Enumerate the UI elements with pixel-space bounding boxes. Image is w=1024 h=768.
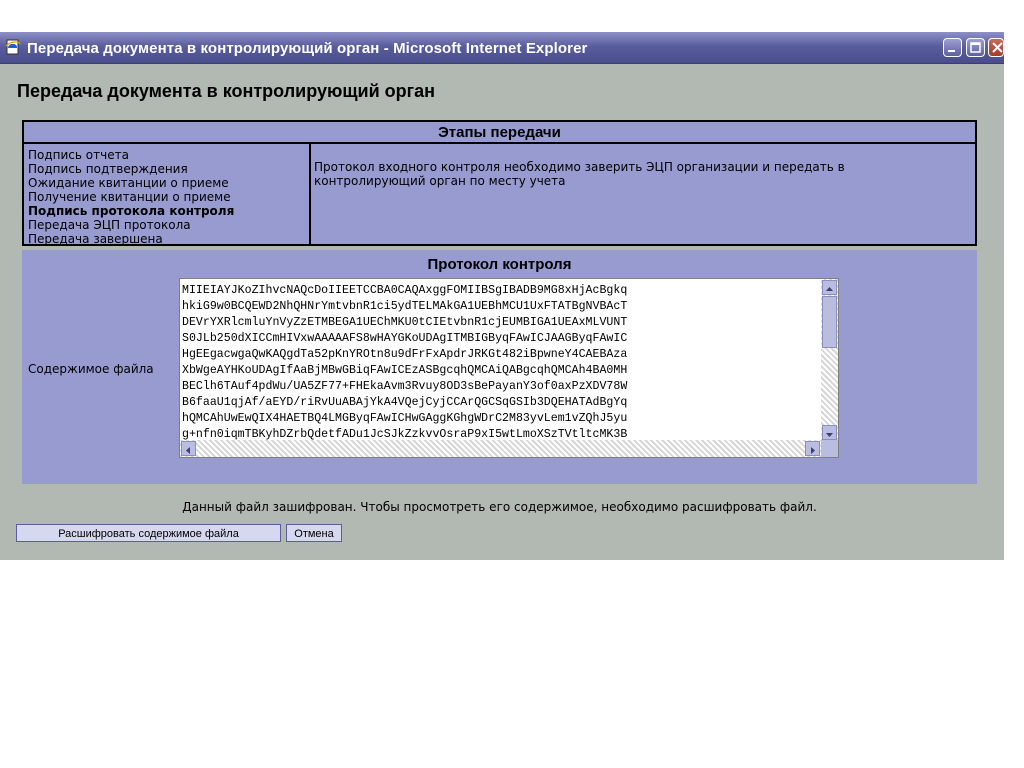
content-line: hQMCAhUwEwQIX4HAETBQ4LMGByqFAwICHwGAggKG… [182, 412, 628, 425]
stage-item: Передача ЭЦП протокола [28, 218, 191, 232]
transfer-stages-table: Этапы передачи Подпись отчета Подпись по… [22, 120, 977, 246]
content-line: HgEEgacwgaQwKAQgdTa52pKnYROtn8u9dFrFxApd… [182, 348, 628, 361]
decrypt-file-button[interactable]: Расшифровать содержимое файла [16, 524, 281, 542]
content-line: MIIEIAYJKoZIhvcNAQcDoIIEETCCBA0CAQAxggFO… [182, 284, 628, 297]
scroll-left-button[interactable] [181, 441, 196, 456]
window-title: Передача документа в контролирующий орга… [27, 40, 588, 57]
close-button[interactable] [988, 38, 1004, 57]
stage-item: Получение квитанции о приеме [28, 190, 231, 204]
scrollbar-corner [821, 440, 838, 457]
vertical-scroll-thumb[interactable] [822, 296, 837, 348]
content-line: B6faaU1qjAf/aEYD/riRvUuABAjYkA4VQejCyjCC… [182, 396, 628, 409]
stage-description: Протокол входного контроля необходимо за… [314, 160, 845, 188]
horizontal-scrollbar[interactable] [180, 440, 821, 457]
arrow-right-icon [811, 447, 815, 454]
content-line: g+nfn0iqmTBKyhDZrbQdetfADu1JcSJkZzkvvOsr… [182, 428, 628, 441]
stage-item: Ожидание квитанции о приеме [28, 176, 229, 190]
file-content-label: Содержимое файла [28, 362, 154, 376]
scroll-down-button[interactable] [822, 425, 837, 440]
file-content-textarea[interactable]: MIIEIAYJKoZIhvcNAQcDoIIEETCCBA0CAQAxggFO… [179, 278, 839, 458]
minimize-button[interactable] [943, 38, 962, 57]
arrow-up-icon [826, 287, 833, 291]
protocol-title: Протокол контроля [427, 256, 572, 273]
content-line: BEClh6TAuf4pdWu/UA5ZF77+FHEkaAvm3Rvuy8OD… [182, 380, 628, 393]
vertical-scrollbar[interactable] [821, 279, 838, 441]
stage-list: Подпись отчета Подпись подтверждения Ожи… [24, 144, 311, 246]
title-bar[interactable]: Передача документа в контролирующий орга… [0, 32, 1004, 64]
ie-page-icon[interactable] [5, 39, 21, 55]
page-title: Передача документа в контролирующий орга… [17, 81, 436, 101]
scroll-right-button[interactable] [805, 441, 820, 456]
control-protocol-panel: Протокол контроля Содержимое файла MIIEI… [22, 250, 977, 514]
stages-header: Этапы передачи [24, 122, 975, 144]
maximize-icon [970, 42, 981, 53]
close-icon [992, 42, 1003, 53]
content-line: DEVrYXRlcmluYnVyZzETMBEGA1UEChMKU0tCIEtv… [182, 316, 628, 329]
stage-item: Передача завершена [28, 232, 163, 246]
cancel-button[interactable]: Отмена [286, 524, 342, 542]
content-line: hkiG9w0BCQEWD2NhQHNrYmtvbnR1ci5ydTELMAkG… [182, 300, 628, 313]
content-line: XbWgeAYHKoUDAgIfAaBjMBwGBiqFAwICEzASBgcq… [182, 364, 628, 377]
browser-window: Передача документа в контролирующий орга… [0, 32, 1004, 560]
stage-item: Подпись протокола контроля [28, 204, 235, 218]
encrypted-file-note: Данный файл зашифрован. Чтобы просмотрет… [182, 500, 817, 514]
maximize-button[interactable] [966, 38, 985, 57]
scroll-up-button[interactable] [822, 280, 837, 295]
content-line: S0JLb250dXICCmHIVxwAAAAAFS8wHAYGKoUDAgIT… [182, 332, 628, 345]
minimize-icon [948, 50, 955, 52]
stage-item: Подпись подтверждения [28, 162, 188, 176]
arrow-left-icon [186, 447, 190, 454]
stage-item: Подпись отчета [28, 148, 129, 162]
file-content-text: MIIEIAYJKoZIhvcNAQcDoIIEETCCBA0CAQAxggFO… [182, 283, 820, 441]
